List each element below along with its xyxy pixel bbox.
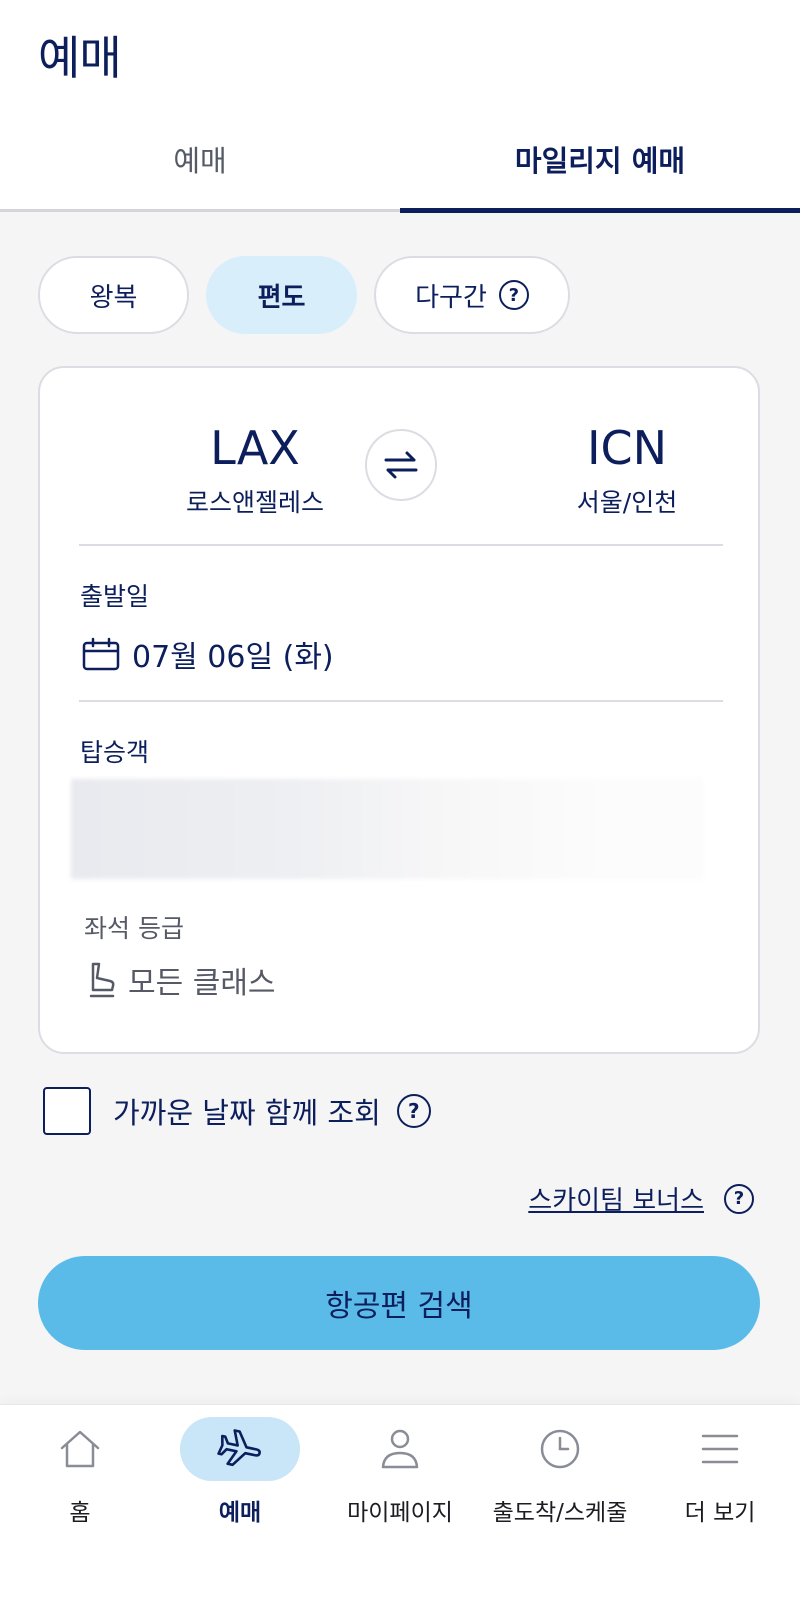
nav-mypage[interactable]: 마이페이지 xyxy=(320,1405,480,1545)
booking-tabs: 예매 마일리지 예매 xyxy=(0,118,800,212)
seat-class-field[interactable]: 모든 클래스 xyxy=(86,958,276,1002)
departure-date-value: 07월 06일 (화) xyxy=(132,640,334,675)
nav-mypage-label: 마이페이지 xyxy=(347,1500,453,1526)
nav-schedule-label: 출도착/스케줄 xyxy=(492,1500,628,1526)
bottom-nav: 홈 예매 마이페이지 출도착/스케줄 더 보기 xyxy=(0,1404,800,1601)
flexible-dates-checkbox[interactable] xyxy=(43,1087,91,1135)
flexible-dates-label[interactable]: 가까운 날짜 함께 조회 xyxy=(113,1090,381,1132)
seat-class-value: 모든 클래스 xyxy=(128,966,276,1001)
skyteam-bonus-link[interactable]: 스카이팀 보너스 xyxy=(528,1180,704,1217)
page-title: 예매 xyxy=(38,31,122,85)
clock-icon xyxy=(540,1429,580,1469)
swap-route-button[interactable] xyxy=(365,429,437,501)
destination-code: ICN xyxy=(586,421,668,475)
tab-mileage-booking[interactable]: 마일리지 예매 xyxy=(400,118,800,212)
trip-type-oneway-label: 편도 xyxy=(257,282,306,313)
header: 예매 예매 마일리지 예매 xyxy=(0,0,800,213)
nav-home[interactable]: 홈 xyxy=(0,1405,160,1545)
tab-underline xyxy=(0,209,400,212)
tab-active-indicator xyxy=(400,208,800,213)
trip-type-multicity-label: 다구간 xyxy=(415,282,487,313)
swap-arrows-icon xyxy=(384,451,418,479)
nav-more-label: 더 보기 xyxy=(684,1500,756,1526)
origin-city: 로스앤젤레스 xyxy=(185,488,324,517)
bonus-row: 스카이팀 보너스 ? xyxy=(528,1180,754,1217)
flexible-dates-row: 가까운 날짜 함께 조회 ? xyxy=(43,1087,431,1135)
trip-type-multicity-button[interactable]: 다구간 ? xyxy=(374,256,570,334)
departure-date-label: 출발일 xyxy=(80,582,150,611)
divider xyxy=(79,544,723,546)
nav-home-label: 홈 xyxy=(69,1500,91,1526)
search-form-card: LAX 로스앤젤레스 ICN 서울/인천 출발일 07월 06일 (화) 탑승객… xyxy=(38,366,760,1054)
passengers-field-obscured[interactable] xyxy=(71,779,703,879)
destination-city: 서울/인천 xyxy=(576,488,678,517)
origin-code: LAX xyxy=(210,421,300,475)
passengers-label: 탑승객 xyxy=(80,738,150,767)
trip-type-oneway-button[interactable]: 편도 xyxy=(206,256,357,334)
help-icon[interactable]: ? xyxy=(498,280,529,310)
home-icon xyxy=(60,1430,100,1468)
seat-class-label: 좌석 등급 xyxy=(84,914,184,943)
origin-airport[interactable]: LAX 로스앤젤레스 xyxy=(135,425,375,519)
trip-type-roundtrip-button[interactable]: 왕복 xyxy=(38,256,189,334)
search-flights-button[interactable]: 항공편 검색 xyxy=(38,1256,760,1350)
nav-booking-label: 예매 xyxy=(218,1500,262,1526)
help-icon[interactable]: ? xyxy=(724,1183,754,1214)
airplane-icon xyxy=(217,1429,261,1467)
seat-icon xyxy=(89,962,115,998)
divider xyxy=(79,700,723,702)
user-icon xyxy=(381,1429,419,1469)
menu-icon xyxy=(701,1434,739,1464)
help-icon[interactable]: ? xyxy=(396,1094,431,1128)
nav-more[interactable]: 더 보기 xyxy=(640,1405,800,1545)
destination-airport[interactable]: ICN 서울/인천 xyxy=(507,425,747,519)
search-flights-label: 항공편 검색 xyxy=(325,1289,473,1324)
calendar-icon xyxy=(82,637,120,671)
departure-date-field[interactable]: 07월 06일 (화) xyxy=(82,632,334,676)
tab-booking[interactable]: 예매 xyxy=(0,118,400,212)
trip-type-roundtrip-label: 왕복 xyxy=(89,282,138,313)
nav-booking[interactable]: 예매 xyxy=(160,1405,320,1545)
nav-schedule[interactable]: 출도착/스케줄 xyxy=(480,1405,640,1545)
